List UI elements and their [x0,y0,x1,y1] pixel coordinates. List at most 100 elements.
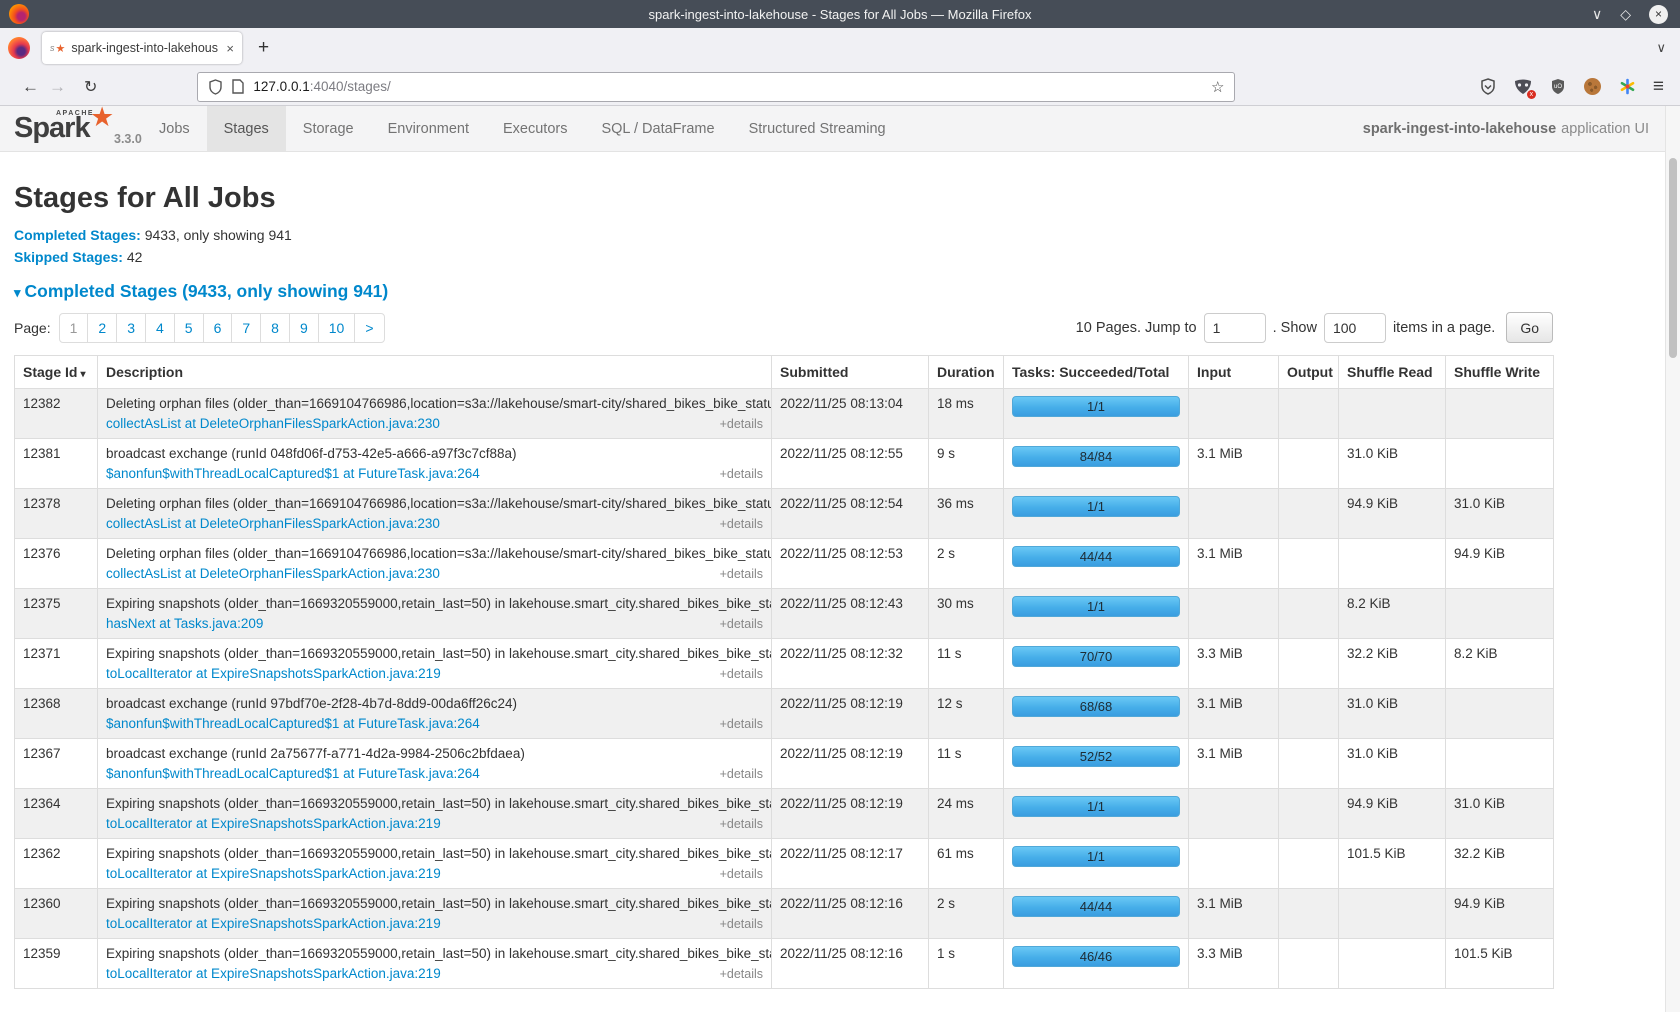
column-header-shuffle-write[interactable]: Shuffle Write [1446,356,1554,389]
stage-detail-link[interactable]: collectAsList at DeleteOrphanFilesSparkA… [106,516,440,531]
nav-tab-environment[interactable]: Environment [371,106,486,151]
stage-detail-link[interactable]: $anonfun$withThreadLocalCaptured$1 at Fu… [106,716,480,731]
nav-tab-stages[interactable]: Stages [207,106,286,151]
details-toggle[interactable]: +details [720,817,763,831]
column-header-input[interactable]: Input [1189,356,1279,389]
browser-tab[interactable]: s★ spark-ingest-into-lakehous × [42,32,242,64]
url-bar[interactable]: 127.0.0.1:4040/stages/ ☆ [197,72,1235,102]
column-header-submitted[interactable]: Submitted [772,356,929,389]
mask-badge: x [1527,90,1536,99]
asterisk-extension-icon[interactable] [1618,77,1638,97]
cell-output [1279,539,1339,589]
jump-to-page-input[interactable] [1204,313,1266,343]
stage-detail-link[interactable]: hasNext at Tasks.java:209 [106,616,263,631]
cell-submitted: 2022/11/25 08:12:43 [772,589,929,639]
shield-icon[interactable] [208,79,223,95]
bookmark-star-icon[interactable]: ☆ [1211,78,1224,96]
page-button-3[interactable]: 3 [116,313,146,343]
page-button-8[interactable]: 8 [260,313,290,343]
cell-tasks: 1/1 [1004,589,1189,639]
stage-detail-link[interactable]: toLocalIterator at ExpireSnapshotsSparkA… [106,666,441,681]
tasks-progress-bar: 1/1 [1012,596,1180,617]
page-button-7[interactable]: 7 [231,313,261,343]
stage-description-text: Deleting orphan files (older_than=166910… [106,546,763,561]
page-button-9[interactable]: 9 [289,313,319,343]
details-toggle[interactable]: +details [720,517,763,531]
details-toggle[interactable]: +details [720,617,763,631]
nav-tab-storage[interactable]: Storage [286,106,371,151]
firefox-view-icon[interactable] [8,37,30,59]
nav-tab-structured-streaming[interactable]: Structured Streaming [732,106,903,151]
cell-duration: 11 s [929,639,1004,689]
stage-description-links: $anonfun$withThreadLocalCaptured$1 at Fu… [106,766,763,781]
scrollbar-thumb[interactable] [1669,158,1677,358]
page-button-1[interactable]: 1 [59,313,89,343]
nav-tab-executors[interactable]: Executors [486,106,584,151]
items-per-page-input[interactable] [1324,313,1386,343]
page-button-2[interactable]: 2 [87,313,117,343]
details-toggle[interactable]: +details [720,417,763,431]
stage-description-links: toLocalIterator at ExpireSnapshotsSparkA… [106,966,763,981]
spark-logo[interactable]: APACHE Spark ★ 3.3.0 [14,106,142,151]
stage-detail-link[interactable]: collectAsList at DeleteOrphanFilesSparkA… [106,566,440,581]
column-header-output[interactable]: Output [1279,356,1339,389]
details-toggle[interactable]: +details [720,917,763,931]
details-toggle[interactable]: +details [720,867,763,881]
forward-button[interactable]: → [49,77,66,97]
nav-tab-jobs[interactable]: Jobs [142,106,207,151]
menu-icon[interactable]: ≡ [1653,76,1664,98]
stage-row-12367: 12367broadcast exchange (runId 2a75677f-… [15,739,1554,789]
stage-detail-link[interactable]: toLocalIterator at ExpireSnapshotsSparkA… [106,866,441,881]
cell-duration: 36 ms [929,489,1004,539]
stage-detail-link[interactable]: $anonfun$withThreadLocalCaptured$1 at Fu… [106,466,480,481]
mask-extension-icon[interactable]: x [1513,77,1533,97]
skipped-stages-value: 42 [127,249,143,265]
column-header-stage-id[interactable]: Stage Id▾ [15,356,98,389]
details-toggle[interactable]: +details [720,967,763,981]
reload-button[interactable]: ↻ [84,77,97,97]
back-button[interactable]: ← [22,77,39,97]
completed-stages-section-toggle[interactable]: ▾Completed Stages (9433, only showing 94… [14,281,1651,302]
page-button-5[interactable]: 5 [174,313,204,343]
window-title: spark-ingest-into-lakehouse - Stages for… [0,7,1680,22]
cell-input: 3.1 MiB [1189,739,1279,789]
stage-detail-link[interactable]: toLocalIterator at ExpireSnapshotsSparkA… [106,916,441,931]
column-header-description[interactable]: Description [98,356,772,389]
stage-detail-link[interactable]: toLocalIterator at ExpireSnapshotsSparkA… [106,816,441,831]
page-button-4[interactable]: 4 [145,313,175,343]
cell-tasks: 44/44 [1004,539,1189,589]
page-info-icon[interactable] [232,79,244,94]
tab-overflow-icon[interactable]: ∨ [1656,40,1666,56]
application-id: spark-ingest-into-lakehouse application … [1363,106,1665,151]
page-next-button[interactable]: > [354,313,384,343]
page-button-6[interactable]: 6 [203,313,233,343]
cell-output [1279,439,1339,489]
new-tab-button[interactable]: + [258,37,269,59]
details-toggle[interactable]: +details [720,667,763,681]
ublock-shield-icon[interactable]: uO [1548,77,1568,97]
details-toggle[interactable]: +details [720,717,763,731]
go-button[interactable]: Go [1506,312,1553,343]
details-toggle[interactable]: +details [720,467,763,481]
column-header-shuffle-read[interactable]: Shuffle Read [1339,356,1446,389]
details-toggle[interactable]: +details [720,567,763,581]
shield-check-icon[interactable] [1478,77,1498,97]
tasks-progress-bar: 68/68 [1012,696,1180,717]
cell-description: Expiring snapshots (older_than=166932055… [98,839,772,889]
stage-detail-link[interactable]: collectAsList at DeleteOrphanFilesSparkA… [106,416,440,431]
cookie-extension-icon[interactable] [1583,77,1603,97]
cell-tasks: 1/1 [1004,489,1189,539]
tab-close-icon[interactable]: × [226,41,234,56]
stage-description-text: Expiring snapshots (older_than=166932055… [106,646,763,661]
vertical-scrollbar[interactable] [1665,106,1680,1012]
column-header-duration[interactable]: Duration [929,356,1004,389]
stage-detail-link[interactable]: $anonfun$withThreadLocalCaptured$1 at Fu… [106,766,480,781]
page-button-10[interactable]: 10 [318,313,356,343]
details-toggle[interactable]: +details [720,767,763,781]
nav-tab-sql-dataframe[interactable]: SQL / DataFrame [584,106,731,151]
cell-output [1279,639,1339,689]
show-text: . Show [1273,320,1317,336]
stage-detail-link[interactable]: toLocalIterator at ExpireSnapshotsSparkA… [106,966,441,981]
cell-shuffle-write [1446,689,1554,739]
column-header-tasks-succeeded-total[interactable]: Tasks: Succeeded/Total [1004,356,1189,389]
